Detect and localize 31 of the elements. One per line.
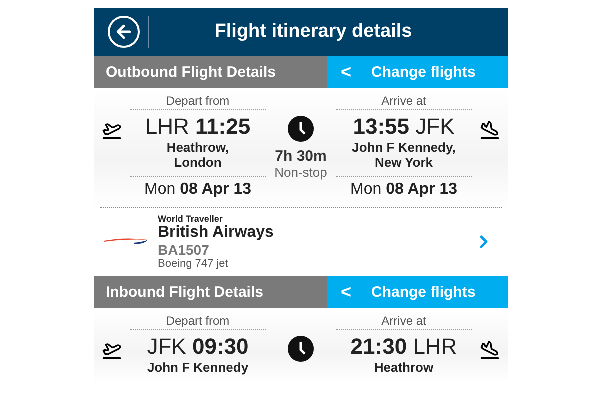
flight-number: BA1507 <box>158 242 210 258</box>
clock-icon <box>288 116 314 142</box>
section-title: Inbound Flight Details <box>94 276 327 308</box>
page-title: Flight itinerary details <box>214 21 414 43</box>
airline-logo <box>104 237 148 247</box>
duration: 7h 30m <box>275 148 327 165</box>
aircraft-type: Boeing 747 jet <box>158 258 230 270</box>
field-label: Arrive at <box>336 94 472 110</box>
field-label: Arrive at <box>336 314 472 330</box>
field-label: Depart from <box>130 314 266 330</box>
change-flights-button[interactable]: < Change flights <box>327 56 508 88</box>
clock-icon <box>288 336 314 362</box>
flight-date: Mon 08 Apr 13 <box>130 176 266 199</box>
airport-name: John F Kennedy, New York <box>352 140 456 170</box>
landing-icon <box>480 120 500 140</box>
airport-name: Heathrow, London <box>166 140 230 170</box>
airport-name: John F Kennedy <box>147 360 249 375</box>
change-flights-button[interactable]: < Change flights <box>327 276 508 308</box>
flight-time: 13:55 JFK <box>353 114 455 140</box>
field-label: Depart from <box>130 94 266 110</box>
back-button[interactable] <box>108 16 140 48</box>
landing-icon <box>480 340 500 360</box>
airport-name: Heathrow <box>374 360 434 375</box>
airline-name: British Airways <box>158 224 275 242</box>
flight-date: Mon 08 Apr 13 <box>336 176 472 199</box>
cabin-class: World Traveller <box>158 214 224 224</box>
flight-time: 21:30 LHR <box>350 334 458 360</box>
stops: Non-stop <box>274 165 328 180</box>
flight-time: JFK 09:30 <box>147 334 249 360</box>
flight-time: LHR 11:25 <box>145 114 251 140</box>
section-title: Outbound Flight Details <box>94 56 327 88</box>
